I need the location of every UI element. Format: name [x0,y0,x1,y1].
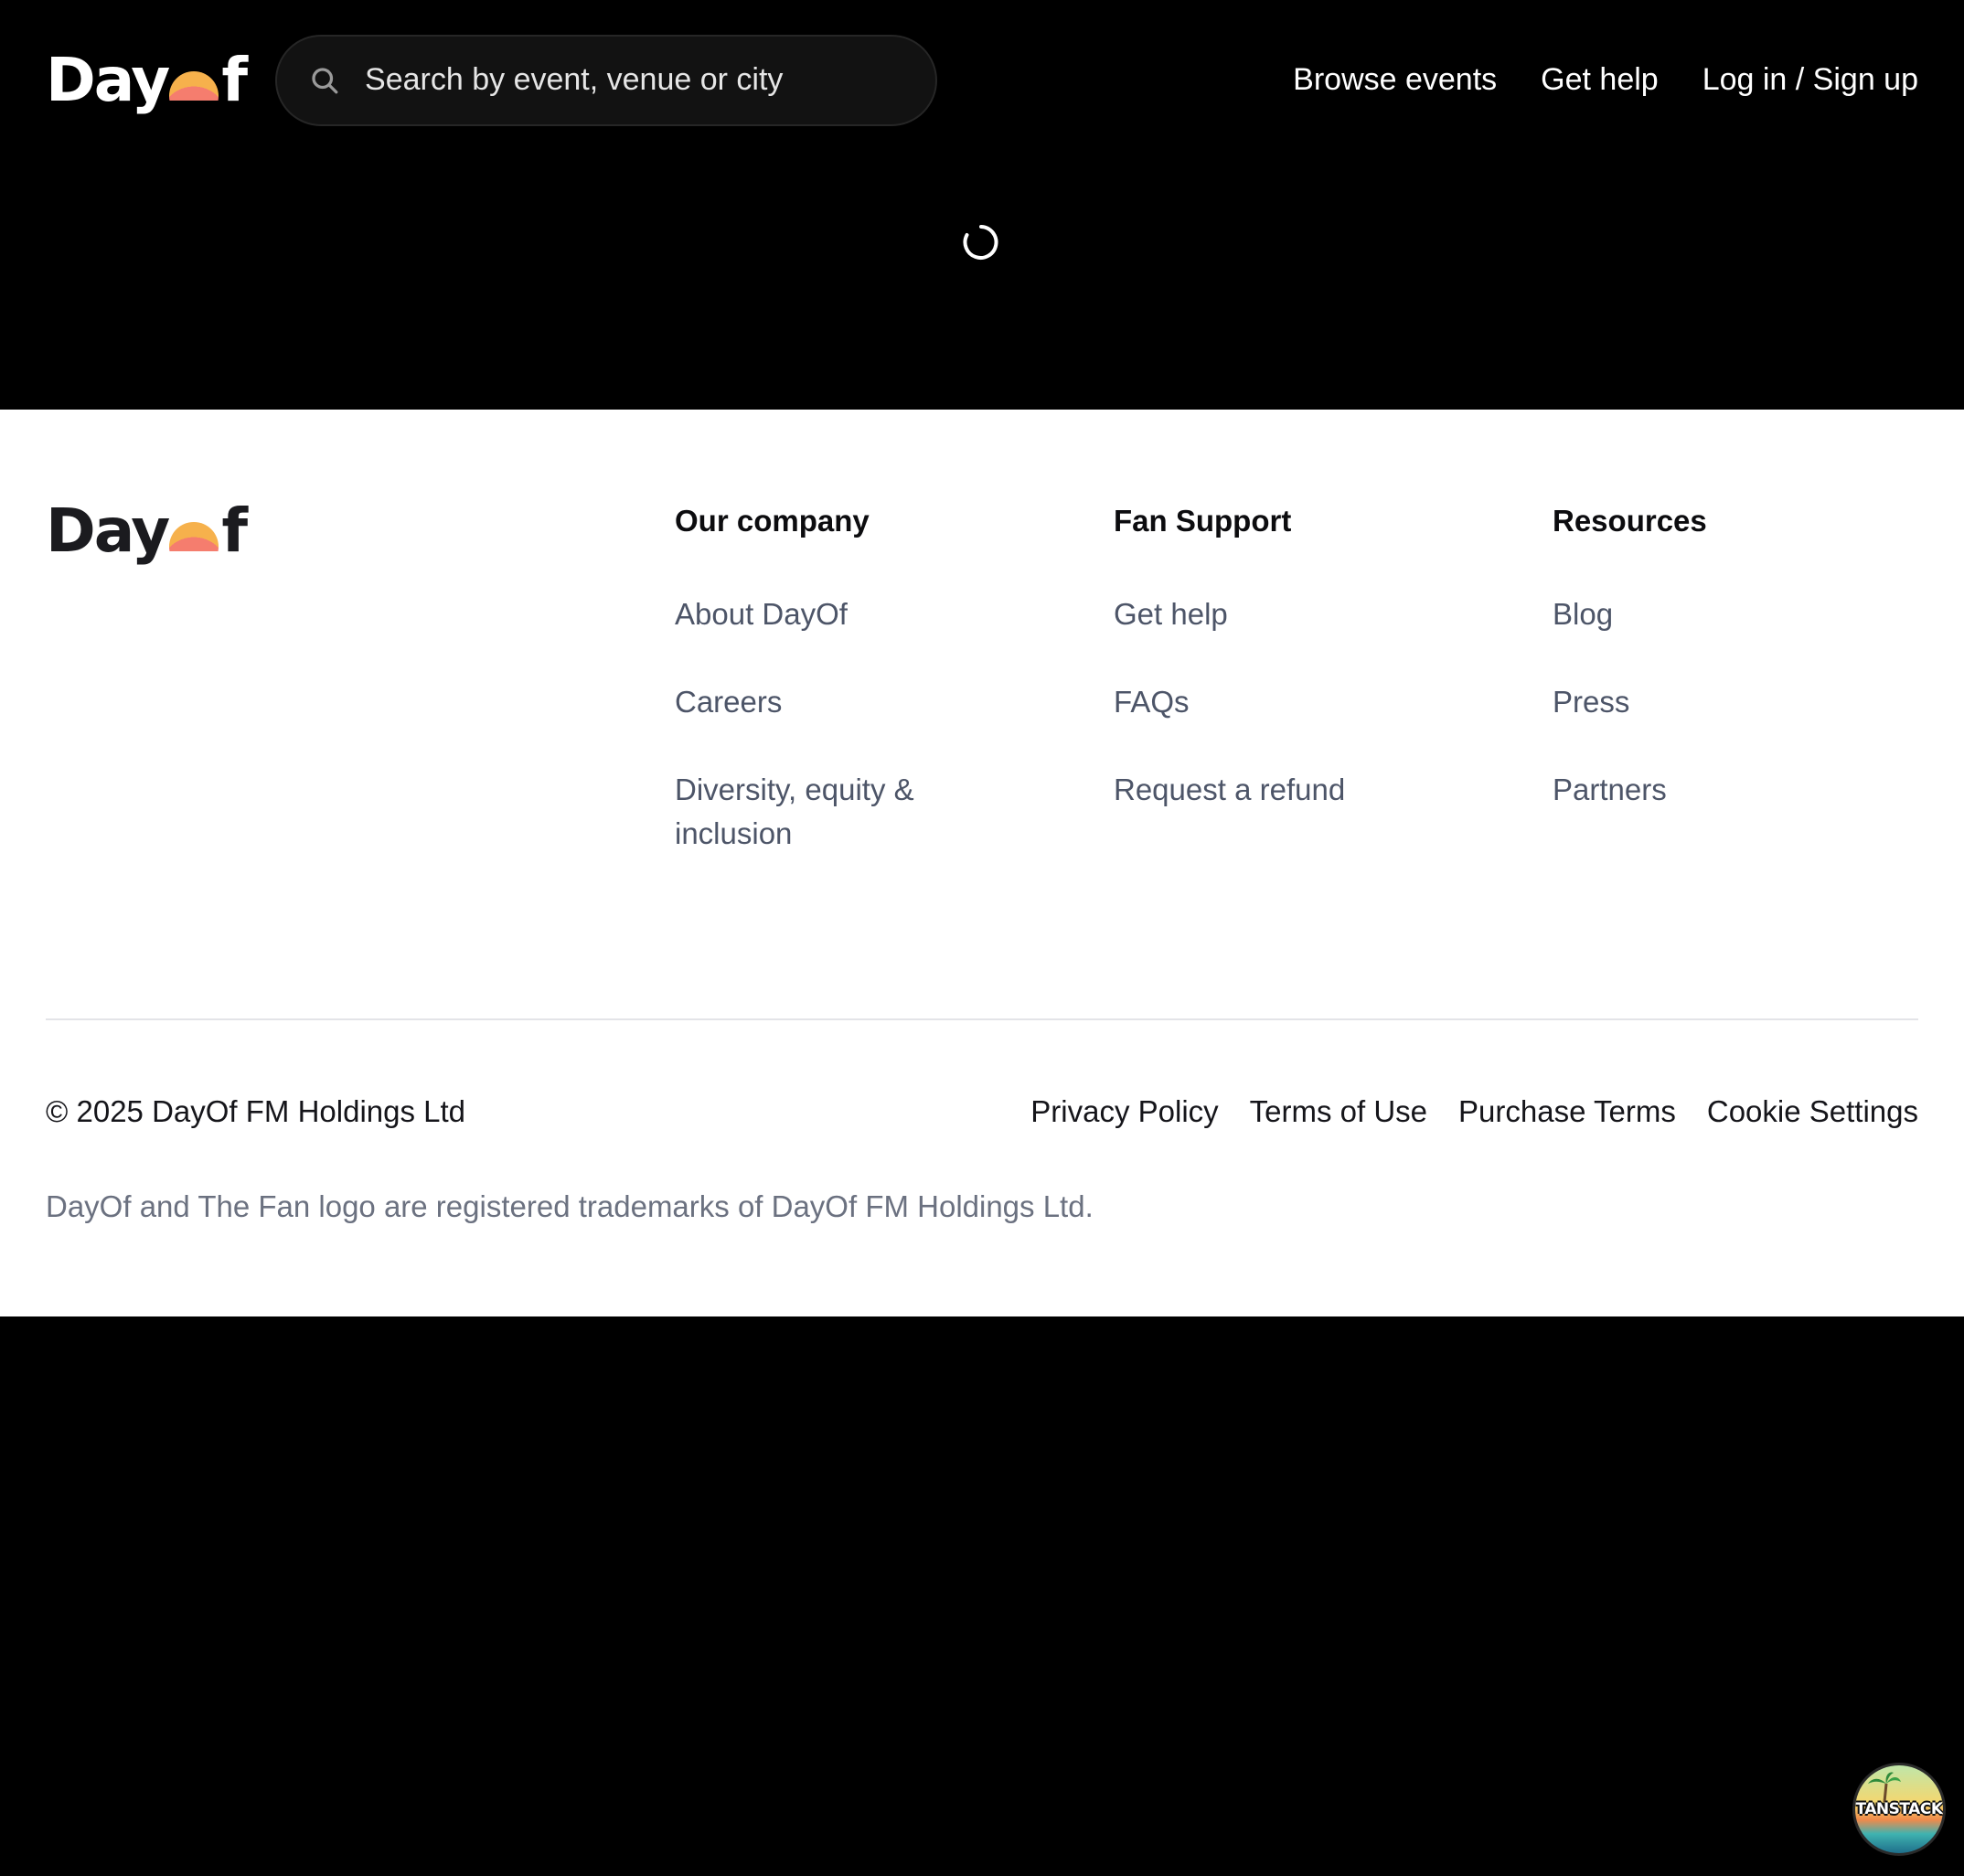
footer-link-blog[interactable]: Blog [1553,592,1900,636]
footer-column-fan-support: Fan Support Get help FAQs Request a refu… [1114,501,1461,812]
footer-link-partners[interactable]: Partners [1553,768,1900,812]
top-header: Day f Browse events Get help Log in / Si… [0,0,1964,160]
footer-column-our-company: Our company About DayOf Careers Diversit… [675,501,1022,856]
copyright-text: © 2025 DayOf FM Holdings Ltd [46,1094,466,1128]
sun-logo-icon [169,70,219,101]
legal-links: Privacy Policy Terms of Use Purchase Ter… [1030,1092,1918,1132]
footer-link-careers[interactable]: Careers [675,680,1022,724]
search-input[interactable] [365,62,936,98]
cookie-settings-link[interactable]: Cookie Settings [1707,1092,1918,1132]
site-footer: Day f Our company About DayOf Careers Di… [0,410,1964,1316]
footer-link-about[interactable]: About DayOf [675,592,1022,636]
palm-tree-icon [1868,1772,1901,1802]
nav-browse-events[interactable]: Browse events [1293,62,1497,98]
logo-text-prefix: Day [46,44,170,115]
nav-get-help[interactable]: Get help [1541,62,1659,98]
loading-spinner-icon [962,223,1000,261]
footer-link-get-help[interactable]: Get help [1114,592,1461,636]
search-icon [308,64,341,97]
footer-link-refund[interactable]: Request a refund [1114,768,1461,812]
logo-text-suffix: f [221,44,248,115]
logo-text-suffix: f [221,496,248,566]
footer-link-press[interactable]: Press [1553,680,1900,724]
header-nav: Browse events Get help Log in / Sign up [1293,62,1918,98]
logo-text-prefix: Day [46,496,170,566]
footer-dayof-logo[interactable]: Day f [46,496,248,566]
footer-column-title: Resources [1553,504,1707,538]
nav-login-signup[interactable]: Log in / Sign up [1702,62,1918,98]
footer-column-resources: Resources Blog Press Partners [1553,501,1900,812]
trademark-notice: DayOf and The Fan logo are registered tr… [46,1189,1094,1223]
sun-logo-icon [169,522,219,551]
purchase-terms-link[interactable]: Purchase Terms [1458,1092,1676,1132]
privacy-policy-link[interactable]: Privacy Policy [1030,1092,1218,1132]
footer-column-title: Fan Support [1114,504,1292,538]
tanstack-devtools-button[interactable]: TANSTACK [1852,1763,1946,1856]
page: Day f Browse events Get help Log in / Si… [0,0,1964,1876]
footer-column-title: Our company [675,504,870,538]
footer-link-diversity[interactable]: Diversity, equity & inclusion [675,768,949,856]
devtools-label: TANSTACK [1855,1800,1944,1818]
terms-of-use-link[interactable]: Terms of Use [1250,1092,1427,1132]
footer-divider [46,1018,1918,1020]
footer-link-faqs[interactable]: FAQs [1114,680,1461,724]
dayof-logo[interactable]: Day f [46,44,248,115]
search-bar[interactable] [275,34,938,126]
